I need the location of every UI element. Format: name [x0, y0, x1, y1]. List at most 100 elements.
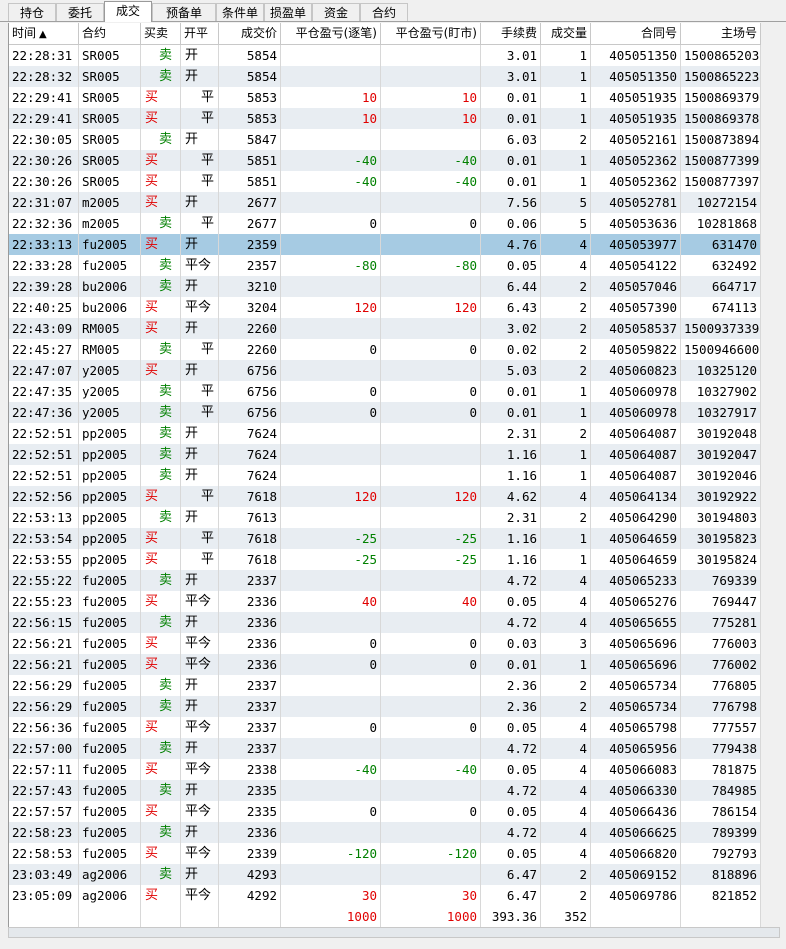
- table-row[interactable]: 22:55:23 fu2005 买平今 2336 40 40 0.05 4 405065276 7…: [9, 591, 761, 612]
- cell-时间: 22:29:41: [9, 87, 79, 108]
- tab-6[interactable]: 资金: [312, 3, 360, 21]
- table-row[interactable]: 22:52:51 pp2005 卖开 7624 1.16 1 405064087 301920…: [9, 465, 761, 486]
- table-row[interactable]: 22:52:51 pp2005 卖开 7624 1.16 1 405064087 301920…: [9, 444, 761, 465]
- cell-手续费: 3.01: [481, 45, 541, 66]
- cell-开平: 开: [181, 423, 219, 444]
- table-row[interactable]: 22:57:43 fu2005 卖开 2335 4.72 4 405066330 784985: [9, 780, 761, 801]
- table-row[interactable]: 22:29:41 SR005 买平 5853 10 10 0.01 1 405051935 150…: [9, 87, 761, 108]
- cell-合同号: 405060978: [591, 381, 681, 402]
- table-row[interactable]: 22:57:00 fu2005 卖开 2337 4.72 4 405065956 779438: [9, 738, 761, 759]
- table-row[interactable]: 22:57:57 fu2005 买平今 2335 0 0 0.05 4 405066436 786…: [9, 801, 761, 822]
- cell-时间: 22:47:07: [9, 360, 79, 381]
- table-row[interactable]: 22:43:09 RM005 买开 2260 3.02 2 405058537 1500937…: [9, 318, 761, 339]
- cell-成交价: 5854: [219, 66, 281, 87]
- table-row[interactable]: 22:33:28 fu2005 卖平今 2357 -80 -80 0.05 4 40505412…: [9, 255, 761, 276]
- cell-开平: 开: [181, 276, 219, 297]
- cell-时间: 22:56:36: [9, 717, 79, 738]
- tab-5[interactable]: 损盈单: [264, 3, 312, 21]
- cell-买卖: 卖: [141, 339, 181, 360]
- cell-时间: 22:52:51: [9, 465, 79, 486]
- horizontal-scrollbar[interactable]: [8, 927, 780, 938]
- cell-平仓盈亏(盯市): [381, 129, 481, 150]
- table-row[interactable]: 22:28:32 SR005 卖开 5854 3.01 1 405051350 1500865…: [9, 66, 761, 87]
- table-row[interactable]: 23:03:49 ag2006 卖开 4293 6.47 2 405069152 818896: [9, 864, 761, 885]
- cell-手续费: 0.01: [481, 171, 541, 192]
- table-row[interactable]: 22:31:07 m2005 买开 2677 7.56 5 405052781 1027215…: [9, 192, 761, 213]
- tab-7[interactable]: 合约: [360, 3, 408, 21]
- column-header-1[interactable]: 合约: [79, 23, 141, 44]
- cell-平仓盈亏(盯市): [381, 66, 481, 87]
- cell-成交价: 2336: [219, 612, 281, 633]
- tab-0[interactable]: 持仓: [8, 3, 56, 21]
- column-header-3[interactable]: 开平: [181, 23, 219, 44]
- cell-手续费: 2.31: [481, 423, 541, 444]
- cell-合约: y2005: [79, 381, 141, 402]
- cell-时间: 22:57:57: [9, 801, 79, 822]
- table-row[interactable]: 22:45:27 RM005 卖平 2260 0 0 0.02 2 405059822 15009…: [9, 339, 761, 360]
- table-row[interactable]: 22:53:13 pp2005 卖开 7613 2.31 2 405064290 301948…: [9, 507, 761, 528]
- cell-成交量: 1: [541, 549, 591, 570]
- table-row[interactable]: 22:39:28 bu2006 卖开 3210 6.44 2 405057046 664717: [9, 276, 761, 297]
- table-row[interactable]: 23:05:09 ag2006 买平今 4292 30 30 6.47 2 405069786 8…: [9, 885, 761, 906]
- column-header-7[interactable]: 手续费: [481, 23, 541, 44]
- column-header-9[interactable]: 合同号: [591, 23, 681, 44]
- cell-手续费: 0.03: [481, 633, 541, 654]
- table-row[interactable]: 22:52:51 pp2005 卖开 7624 2.31 2 405064087 301920…: [9, 423, 761, 444]
- tab-1[interactable]: 委托: [56, 3, 104, 21]
- cell-买卖: 卖: [141, 45, 181, 66]
- cell-合约: SR005: [79, 66, 141, 87]
- cell-成交价: 5851: [219, 171, 281, 192]
- table-row[interactable]: 22:55:22 fu2005 卖开 2337 4.72 4 405065233 769339: [9, 570, 761, 591]
- cell-成交量: 4: [541, 822, 591, 843]
- cell-成交价: 6756: [219, 381, 281, 402]
- cell-合约: pp2005: [79, 507, 141, 528]
- table-row[interactable]: 22:56:36 fu2005 买平今 2337 0 0 0.05 4 405065798 777…: [9, 717, 761, 738]
- column-header-label: 成交量: [550, 26, 587, 40]
- cell-主场号: 1500877397: [681, 171, 761, 192]
- table-row[interactable]: 22:47:36 y2005 卖平 6756 0 0 0.01 1 405060978 10327…: [9, 402, 761, 423]
- table-row[interactable]: 22:56:21 fu2005 买平今 2336 0 0 0.03 3 405065696 776…: [9, 633, 761, 654]
- table-row[interactable]: 22:53:54 pp2005 买平 7618 -25 -25 1.16 1 405064659…: [9, 528, 761, 549]
- table-row[interactable]: 22:30:26 SR005 买平 5851 -40 -40 0.01 1 405052362 1…: [9, 171, 761, 192]
- cell-主场号: 1500946600: [681, 339, 761, 360]
- table-row[interactable]: 22:30:05 SR005 卖开 5847 6.03 2 405052161 1500873…: [9, 129, 761, 150]
- column-header-8[interactable]: 成交量: [541, 23, 591, 44]
- table-row[interactable]: 22:56:21 fu2005 买平今 2336 0 0 0.01 1 405065696 776…: [9, 654, 761, 675]
- tab-bar: 持仓 委托 成交 预备单 条件单 损盈单 资金 合约: [0, 0, 786, 22]
- tab-4[interactable]: 条件单: [216, 3, 264, 21]
- table-row[interactable]: 22:47:07 y2005 买开 6756 5.03 2 405060823 1032512…: [9, 360, 761, 381]
- table-row[interactable]: 22:52:56 pp2005 买平 7618 120 120 4.62 4 405064134…: [9, 486, 761, 507]
- table-row[interactable]: 22:47:35 y2005 卖平 6756 0 0 0.01 1 405060978 10327…: [9, 381, 761, 402]
- table-row[interactable]: 22:33:13 fu2005 买开 2359 4.76 4 405053977 631470: [9, 234, 761, 255]
- cell-开平: 开: [181, 45, 219, 66]
- column-header-5[interactable]: 平仓盈亏(逐笔): [281, 23, 381, 44]
- table-row[interactable]: 22:58:23 fu2005 卖开 2336 4.72 4 405066625 789399: [9, 822, 761, 843]
- cell-成交价: 2336: [219, 654, 281, 675]
- tab-2[interactable]: 成交: [104, 1, 152, 22]
- column-header-10[interactable]: 主场号: [681, 23, 761, 44]
- table-row[interactable]: 22:53:55 pp2005 买平 7618 -25 -25 1.16 1 405064659…: [9, 549, 761, 570]
- table-row[interactable]: 22:56:29 fu2005 卖开 2337 2.36 2 405065734 776798: [9, 696, 761, 717]
- tab-3[interactable]: 预备单: [152, 3, 216, 21]
- cell-成交量: 4: [541, 234, 591, 255]
- cell-合同号: 405054122: [591, 255, 681, 276]
- column-header-6[interactable]: 平仓盈亏(盯市): [381, 23, 481, 44]
- table-row[interactable]: 22:28:31 SR005 卖开 5854 3.01 1 405051350 1500865…: [9, 45, 761, 66]
- table-row[interactable]: 22:40:25 bu2006 买平今 3204 120 120 6.43 2 40505739…: [9, 297, 761, 318]
- cell-成交量: 1: [541, 528, 591, 549]
- table-row[interactable]: 22:56:29 fu2005 卖开 2337 2.36 2 405065734 776805: [9, 675, 761, 696]
- cell-成交价: 2677: [219, 213, 281, 234]
- table-row[interactable]: 22:32:36 m2005 卖平 2677 0 0 0.06 5 405053636 10281…: [9, 213, 761, 234]
- column-header-4[interactable]: 成交价: [219, 23, 281, 44]
- table-row[interactable]: 22:56:15 fu2005 卖开 2336 4.72 4 405065655 775281: [9, 612, 761, 633]
- column-header-0[interactable]: 时间 ▲: [9, 23, 79, 44]
- cell-开平: 平今: [181, 297, 219, 318]
- column-header-2[interactable]: 买卖: [141, 23, 181, 44]
- table-row[interactable]: 22:57:11 fu2005 买平今 2338 -40 -40 0.05 4 40506608…: [9, 759, 761, 780]
- table-row[interactable]: 22:30:26 SR005 买平 5851 -40 -40 0.01 1 405052362 1…: [9, 150, 761, 171]
- cell-平仓盈亏(逐笔): [281, 66, 381, 87]
- table-row[interactable]: 22:29:41 SR005 买平 5853 10 10 0.01 1 405051935 150…: [9, 108, 761, 129]
- table-row[interactable]: 22:58:53 fu2005 买平今 2339 -120 -120 0.05 4 405066…: [9, 843, 761, 864]
- cell-合同号: 405064087: [591, 465, 681, 486]
- cell-合同号: 405059822: [591, 339, 681, 360]
